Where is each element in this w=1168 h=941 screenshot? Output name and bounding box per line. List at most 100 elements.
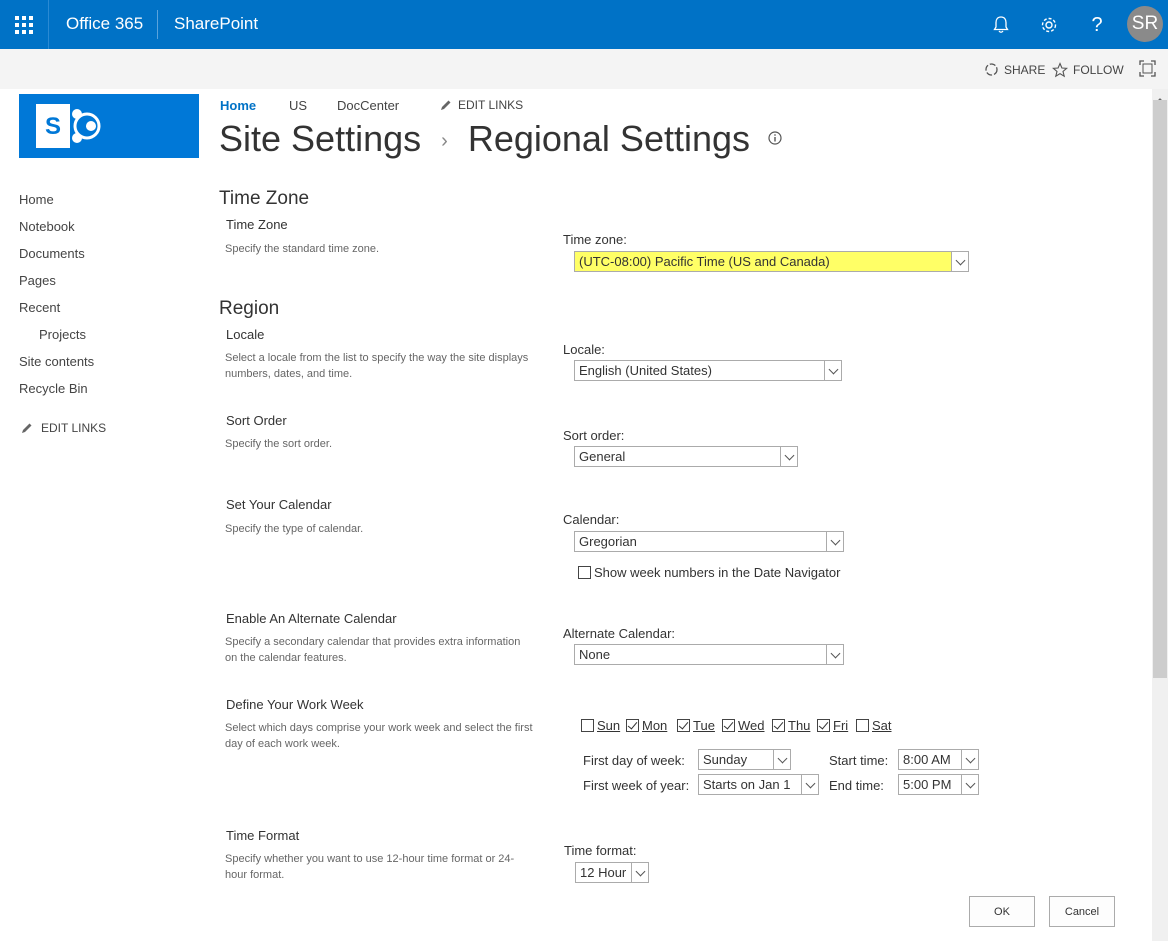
day-label-sun: Sun <box>597 718 621 733</box>
ok-button[interactable]: OK <box>969 896 1035 927</box>
group-title-alt-calendar: Enable An Alternate Calendar <box>226 611 397 626</box>
time-format-value: 12 Hour <box>580 865 627 880</box>
locale-select[interactable]: English (United States) <box>574 360 842 381</box>
gear-icon[interactable] <box>1034 10 1064 40</box>
ql-documents[interactable]: Documents <box>19 246 85 261</box>
star-icon <box>1052 62 1068 78</box>
group-title-calendar: Set Your Calendar <box>226 497 332 512</box>
group-title-time-format: Time Format <box>226 828 300 843</box>
day-checkbox-fri[interactable]: Fri <box>817 718 848 733</box>
topnav-doccenter[interactable]: DocCenter <box>337 98 399 113</box>
ql-pages[interactable]: Pages <box>19 273 56 288</box>
alt-calendar-select[interactable]: None <box>574 644 844 665</box>
sort-order-select[interactable]: General <box>574 446 798 467</box>
share-button[interactable]: SHARE <box>984 62 1045 77</box>
sharepoint-brand-link[interactable]: SharePoint <box>174 14 258 34</box>
ql-edit-links[interactable]: EDIT LINKS <box>21 421 106 435</box>
first-week-label: First week of year: <box>583 778 690 793</box>
follow-label: FOLLOW <box>1073 63 1124 77</box>
ql-notebook[interactable]: Notebook <box>19 219 75 234</box>
end-time-select[interactable]: 5:00 PM <box>898 774 979 795</box>
time-zone-select[interactable]: (UTC-08:00) Pacific Time (US and Canada) <box>574 251 969 272</box>
day-checkbox-sat[interactable]: Sat <box>856 718 892 733</box>
chevron-down-icon <box>631 863 648 882</box>
share-label: SHARE <box>1004 62 1046 77</box>
group-desc-locale: Select a locale from the list to specify… <box>225 352 529 380</box>
checkbox-box <box>817 719 830 732</box>
pencil-icon <box>22 423 32 433</box>
office365-link[interactable]: Office 365 <box>66 14 143 34</box>
breadcrumb-separator: › <box>441 130 448 152</box>
ql-site-contents[interactable]: Site contents <box>19 354 94 369</box>
follow-button[interactable]: FOLLOW <box>1052 62 1124 78</box>
topnav-us[interactable]: US <box>289 98 307 113</box>
chevron-down-icon <box>961 775 978 794</box>
ql-projects[interactable]: Projects <box>39 327 86 342</box>
chevron-down-icon <box>961 750 978 769</box>
group-title-work-week: Define Your Work Week <box>226 697 364 712</box>
bell-icon[interactable] <box>986 10 1016 40</box>
alt-calendar-value: None <box>579 647 611 662</box>
day-label-tue: Tue <box>693 718 715 733</box>
day-label-fri: Fri <box>833 718 849 733</box>
day-checkbox-sun[interactable]: Sun <box>581 718 620 733</box>
locale-label: Locale: <box>563 342 605 357</box>
sort-order-label: Sort order: <box>563 428 625 443</box>
day-label-wed: Wed <box>738 718 765 733</box>
day-label-sat: Sat <box>872 718 892 733</box>
ql-recent[interactable]: Recent <box>19 300 60 315</box>
checkbox-box <box>626 719 639 732</box>
chevron-down-icon <box>826 532 843 551</box>
group-desc-work-week: Select which days comprise your work wee… <box>225 722 533 750</box>
group-title-sort-order: Sort Order <box>226 413 287 428</box>
suite-bar-divider <box>157 10 158 39</box>
chevron-down-icon <box>951 252 968 271</box>
day-checkbox-tue[interactable]: Tue <box>677 718 715 733</box>
calendar-select[interactable]: Gregorian <box>574 531 844 552</box>
svg-text:S: S <box>45 113 61 140</box>
week-numbers-checkbox[interactable]: Show week numbers in the Date Navigator <box>578 565 840 580</box>
ql-home[interactable]: Home <box>19 192 54 207</box>
time-format-label: Time format: <box>564 843 637 858</box>
ql-recycle-bin[interactable]: Recycle Bin <box>19 381 88 396</box>
day-checkbox-thu[interactable]: Thu <box>772 718 810 733</box>
start-time-select[interactable]: 8:00 AM <box>898 749 979 770</box>
ql-edit-links-label: EDIT LINKS <box>41 421 107 435</box>
cancel-button[interactable]: Cancel <box>1049 896 1115 927</box>
checkbox-box <box>578 566 591 579</box>
day-checkbox-mon[interactable]: Mon <box>626 718 667 733</box>
page-title: Site Settings › Regional Settings <box>219 118 782 160</box>
breadcrumb-site-settings[interactable]: Site Settings <box>219 118 421 159</box>
scrollbar-thumb[interactable] <box>1153 100 1167 678</box>
section-heading-region: Region <box>219 298 280 319</box>
checkbox-box <box>856 719 869 732</box>
topnav-home[interactable]: Home <box>220 98 256 113</box>
group-desc-time-zone: Specify the standard time zone. <box>225 243 380 255</box>
info-icon[interactable] <box>768 112 782 154</box>
help-icon[interactable]: ? <box>1082 10 1112 40</box>
time-format-select[interactable]: 12 Hour <box>575 862 649 883</box>
calendar-value: Gregorian <box>579 534 637 549</box>
checkbox-box <box>772 719 785 732</box>
checkbox-box <box>722 719 735 732</box>
checkbox-box <box>677 719 690 732</box>
chevron-down-icon <box>801 775 818 794</box>
sharepoint-logo-icon: S <box>36 104 101 148</box>
first-day-select[interactable]: Sunday <box>698 749 791 770</box>
chevron-down-icon <box>780 447 797 466</box>
section-heading-time-zone: Time Zone <box>219 188 310 209</box>
app-launcher-icon[interactable] <box>0 0 49 49</box>
calendar-label: Calendar: <box>563 512 620 527</box>
time-zone-value: (UTC-08:00) Pacific Time (US and Canada) <box>579 254 830 269</box>
pencil-icon <box>441 100 451 110</box>
chevron-down-icon <box>773 750 790 769</box>
site-logo[interactable]: S <box>19 94 199 158</box>
avatar[interactable]: SR <box>1127 6 1163 42</box>
topnav-edit-links[interactable]: EDIT LINKS <box>440 98 523 112</box>
locale-value: English (United States) <box>579 363 712 378</box>
topnav-edit-links-label: EDIT LINKS <box>458 98 524 112</box>
day-checkbox-wed[interactable]: Wed <box>722 718 765 733</box>
first-week-select[interactable]: Starts on Jan 1 <box>698 774 819 795</box>
share-icon <box>985 63 998 76</box>
focus-on-content-icon[interactable] <box>1139 60 1156 82</box>
